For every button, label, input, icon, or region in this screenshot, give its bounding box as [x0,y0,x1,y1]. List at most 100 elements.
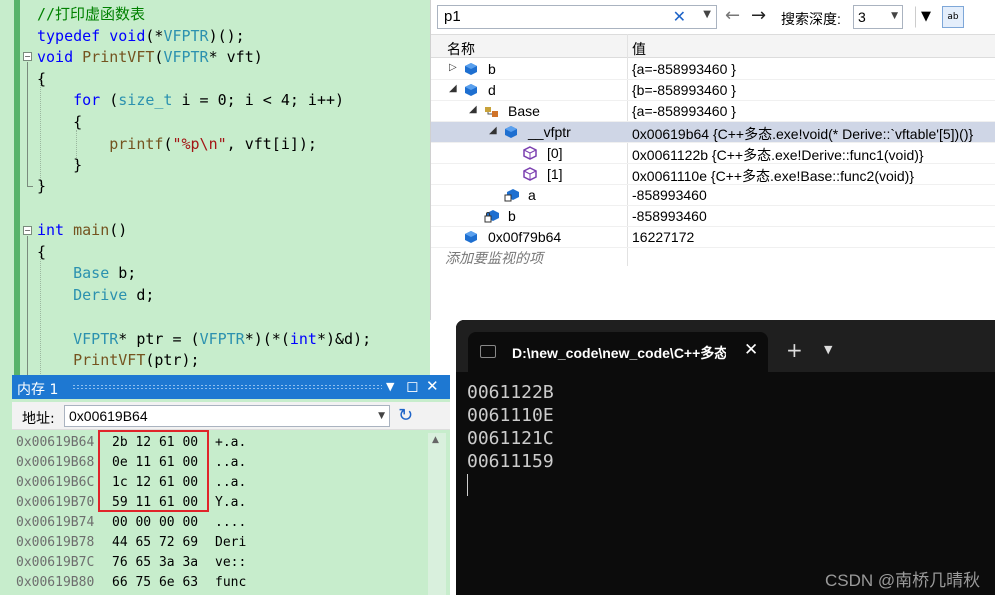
terminal-line: 0061110E [467,405,554,426]
address-input[interactable]: 0x00619B64 ▼ [64,405,390,427]
watch-value[interactable]: {a=-858993460 } [632,61,736,77]
address-value[interactable]: 0x00619B64 [69,408,148,424]
code-token: (ptr); [145,351,200,369]
memory-bytes[interactable]: 76 65 3a 3a [112,553,198,573]
col-name-header[interactable]: 名称 [447,39,475,59]
code-token: *)(*( [244,330,290,348]
cursor [467,474,468,496]
watch-row[interactable]: ▷ b {a=-858993460 } [431,59,995,80]
chevron-down-icon[interactable]: ▼ [824,343,832,356]
watch-name: __vfptr [528,124,571,140]
expand-toggle-icon[interactable]: ◢ [489,125,497,136]
memory-ascii: ..a. [215,475,247,490]
memory-row: 0x00619B78 44 65 72 69 Deri [16,533,246,553]
memory-row: 0x00619B6C 1c 12 61 00 ..a. [16,473,246,493]
watch-value[interactable]: 0x0061122b {C++多态.exe!Derive::func1(void… [632,145,924,165]
watch-row[interactable]: ◢ __vfptr 0x00619b64 {C++多态.exe!void(* Der… [431,122,995,143]
watch-value[interactable]: -858993460 [632,187,707,203]
search-depth-value: 3 [858,9,866,25]
expand-toggle-icon[interactable]: ▷ [449,62,457,73]
clear-search-icon[interactable]: ✕ [673,7,686,26]
watch-value[interactable]: {a=-858993460 } [632,103,736,119]
memory-address: 0x00619B64 [16,435,95,450]
watch-value[interactable]: {b=-858993460 } [632,82,736,98]
expand-toggle-icon[interactable]: ◢ [469,104,477,115]
memory-window: 内存 1 ▼ ◻ ✕ 地址: 0x00619B64 ▼ ↻ 0x00619B64… [12,375,450,595]
memory-address: 0x00619B74 [16,515,95,530]
code-line: VFPTR* ptr = (VFPTR*)(*(int*)&d); [37,329,371,349]
memory-bytes[interactable]: 66 75 6e 63 [112,573,198,593]
memory-scrollbar[interactable]: ▲ [428,433,446,595]
watch-header: 名称 值 [431,34,995,58]
search-depth-label: 搜索深度: [781,11,841,27]
watch-name: 0x00f79b64 [488,229,562,245]
memory-address: 0x00619B68 [16,455,95,470]
maximize-icon[interactable]: ◻ [406,377,418,395]
method-icon [523,146,537,160]
pin-icon[interactable]: ▼ [915,6,937,28]
terminal-line: 0061122B [467,382,554,403]
watch-value[interactable]: 16227172 [632,229,694,245]
memory-row: 0x00619B64 2b 12 61 00 +.a. [16,433,246,453]
watch-name: d [488,82,496,98]
watch-value[interactable]: 0x0061110e {C++多态.exe!Base::func2(void)} [632,166,914,186]
code-token: printf [37,135,164,153]
memory-title-bar[interactable]: 内存 1 ▼ ◻ ✕ [12,375,450,399]
watch-name: Base [508,103,540,119]
code-token: VFPTR [37,330,119,348]
watch-row[interactable]: ◢ Base {a=-858993460 } [431,101,995,122]
memory-bytes[interactable]: 44 65 72 69 [112,533,198,553]
expand-toggle-icon[interactable]: ◢ [449,83,457,94]
object-icon [504,125,518,139]
memory-title: 内存 1 [17,382,59,398]
memory-ascii: func [215,575,247,590]
terminal-icon [480,345,496,358]
collapse-toggle-main[interactable]: − [23,226,32,235]
watch-row[interactable]: ◢ d {b=-858993460 } [431,80,995,101]
code-token: ( [109,91,119,109]
watch-value[interactable]: -858993460 [632,208,707,224]
memory-address: 0x00619B6C [16,475,95,490]
watch-search-box[interactable]: p1 ✕ ▼ [437,5,717,29]
base-class-icon [484,104,498,118]
code-token: { [37,70,47,88]
code-line: typedef void(*VFPTR)(); [37,26,245,46]
watch-row[interactable]: 0x00f79b64 16227172 [431,227,995,248]
view-toggle-icon[interactable]: ab [942,6,964,28]
watch-value[interactable]: 0x00619b64 {C++多态.exe!void(* Derive::`vf… [632,124,973,144]
code-token: Base [37,264,110,282]
new-tab-icon[interactable]: + [786,338,803,362]
search-back-arrow-icon[interactable]: ← [725,5,740,26]
close-icon[interactable]: ✕ [426,377,439,395]
search-forward-arrow-icon[interactable]: → [751,5,766,26]
memory-ascii: ve:: [215,555,247,570]
terminal-tab[interactable]: D:\new_code\new_code\C++多态 ✕ [468,332,768,372]
chevron-down-icon[interactable]: ▼ [378,411,385,421]
watch-row[interactable]: b -858993460 [431,206,995,227]
code-line: } [37,155,82,175]
watch-row[interactable]: [0] 0x0061122b {C++多态.exe!Derive::func1(v… [431,143,995,164]
code-token: int [289,330,317,348]
code-token: d; [127,286,155,304]
col-value-header[interactable]: 值 [632,39,646,59]
collapse-toggle-printvft[interactable]: − [23,52,32,61]
refresh-icon[interactable]: ↻ [398,405,413,426]
protected-field-icon [504,188,519,202]
watch-name: [1] [547,166,563,182]
dropdown-icon[interactable]: ▼ [386,380,394,393]
close-tab-icon[interactable]: ✕ [744,340,758,360]
chevron-down-icon[interactable]: ▼ [703,9,711,20]
memory-ascii: Y.a. [215,495,247,510]
watch-row[interactable]: [1] 0x0061110e {C++多态.exe!Base::func2(voi… [431,164,995,185]
scroll-up-icon[interactable]: ▲ [432,435,439,445]
code-token: , vft[i]); [226,135,317,153]
chevron-down-icon[interactable]: ▼ [891,11,898,21]
add-watch-hint[interactable]: 添加要监视的项 [445,248,543,268]
memory-bytes[interactable]: 00 00 00 00 [112,513,198,533]
watch-row[interactable]: a -858993460 [431,185,995,206]
watch-search-input[interactable]: p1 [444,8,461,25]
code-line: int main() [37,220,127,240]
code-token: (* [145,27,164,45]
object-icon [464,83,478,97]
search-depth-select[interactable]: 3 ▼ [853,5,903,29]
